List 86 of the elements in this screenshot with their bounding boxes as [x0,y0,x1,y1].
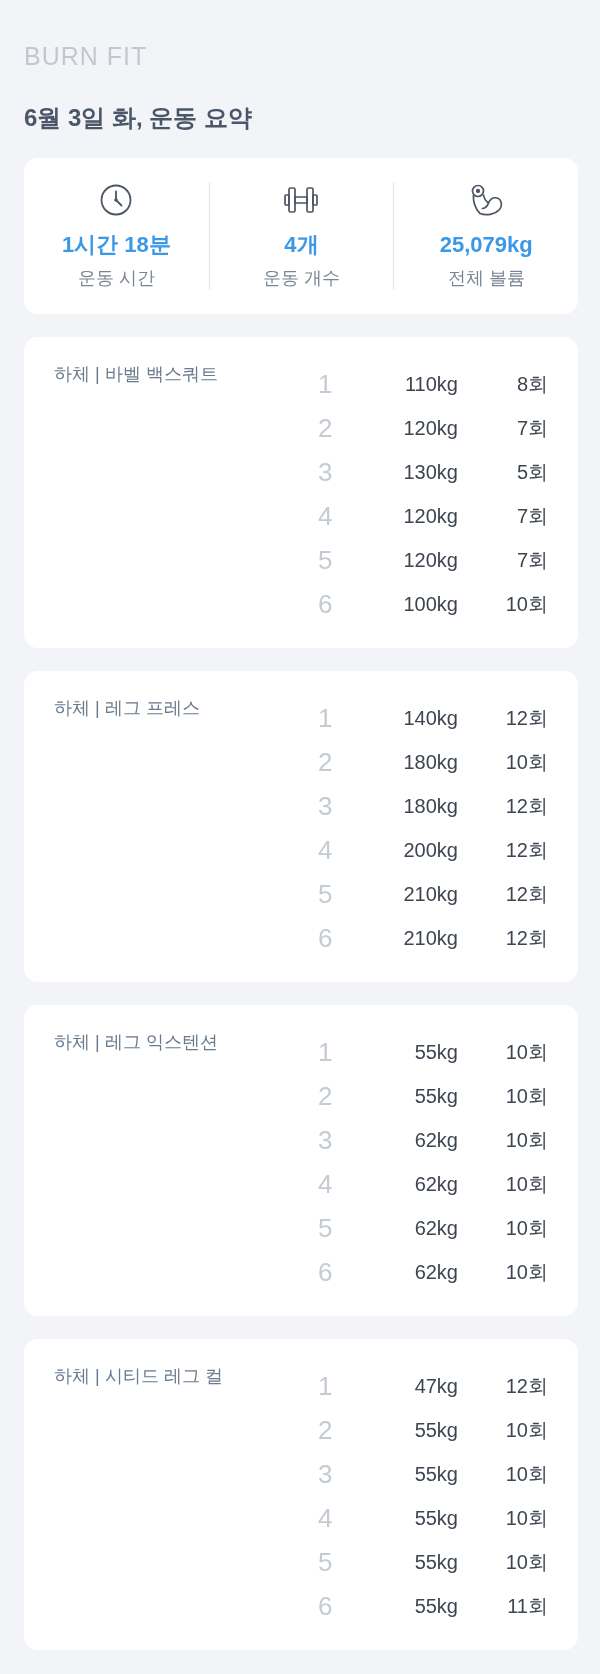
set-number: 6 [318,1257,333,1287]
set-number: 1 [318,1371,333,1401]
set-number: 5 [318,1547,333,1577]
set-reps: 12회 [505,838,548,863]
set-weight: 55kg [414,1506,458,1531]
set-weight: 110kg [405,372,458,397]
stat-label: 전체 볼륨 [447,267,525,290]
set-reps: 8회 [516,372,548,397]
set-reps: 5회 [516,460,548,485]
set-number: 5 [318,1213,333,1243]
set-number: 2 [318,413,333,443]
set-number: 5 [318,879,333,909]
set-reps: 7회 [516,504,548,529]
set-number: 3 [318,1125,333,1155]
set-reps: 12회 [505,926,548,951]
set-reps: 10회 [505,1172,548,1197]
page-title: 6월 3일 화, 운동 요약 [24,103,253,133]
exercise-name: 하체 | 레그 프레스 [54,697,200,720]
set-weight: 55kg [414,1418,458,1443]
set-weight: 55kg [414,1550,458,1575]
set-reps: 10회 [505,1216,548,1241]
set-weight: 55kg [414,1084,458,1109]
set-number: 2 [318,1415,333,1445]
exercise-name: 하체 | 시티드 레그 컬 [54,1365,223,1388]
set-weight: 62kg [414,1216,458,1241]
set-weight: 180kg [403,794,458,819]
exercise-name: 하체 | 레그 익스텐션 [54,1031,218,1054]
stat-label: 운동 개수 [263,267,340,290]
set-reps: 10회 [505,1260,548,1285]
clock-icon [100,184,133,216]
set-number: 4 [318,835,333,865]
set-reps: 10회 [505,1550,548,1575]
set-weight: 47kg [414,1374,458,1399]
set-number: 2 [318,1081,333,1111]
set-number: 3 [318,457,333,487]
set-weight: 55kg [414,1594,458,1619]
set-weight: 120kg [403,504,458,529]
set-reps: 10회 [505,1462,548,1487]
set-number: 3 [318,1459,333,1489]
set-weight: 62kg [414,1128,458,1153]
set-weight: 100kg [403,592,458,617]
set-weight: 62kg [414,1260,458,1285]
set-weight: 130kg [403,460,458,485]
stat-value: 4개 [284,232,319,258]
set-weight: 210kg [403,926,458,951]
set-weight: 62kg [414,1172,458,1197]
set-reps: 12회 [505,706,548,731]
set-number: 3 [318,791,333,821]
set-reps: 7회 [516,548,548,573]
set-number: 6 [318,1591,333,1621]
set-reps: 10회 [505,1128,548,1153]
set-reps: 10회 [505,1040,548,1065]
set-reps: 11회 [507,1594,548,1619]
set-number: 1 [318,703,333,733]
stat-label: 운동 시간 [77,267,155,290]
dumbbell-icon [284,184,319,216]
exercise-name: 하체 | 바벨 백스쿼트 [54,363,218,386]
set-number: 1 [318,1037,333,1067]
set-reps: 10회 [505,750,548,775]
set-weight: 120kg [403,548,458,573]
set-weight: 210kg [403,882,458,907]
set-number: 2 [318,747,333,777]
set-number: 5 [318,545,333,575]
set-number: 1 [318,369,333,399]
set-reps: 10회 [505,1084,548,1109]
set-weight: 55kg [414,1040,458,1065]
set-reps: 10회 [505,592,548,617]
set-number: 4 [318,1169,333,1199]
set-reps: 7회 [516,416,548,441]
set-weight: 140kg [403,706,458,731]
flexed-arm-icon [469,184,504,216]
set-reps: 12회 [505,882,548,907]
set-weight: 180kg [403,750,458,775]
set-reps: 10회 [505,1418,548,1443]
set-reps: 10회 [505,1506,548,1531]
set-weight: 200kg [403,838,458,863]
set-number: 4 [318,501,333,531]
stat-value: 1시간 18분 [61,232,171,258]
set-weight: 55kg [414,1462,458,1487]
set-reps: 12회 [505,1374,548,1399]
set-number: 4 [318,1503,333,1533]
set-number: 6 [318,923,333,953]
set-reps: 12회 [505,794,548,819]
set-weight: 120kg [403,416,458,441]
set-number: 6 [318,589,333,619]
stat-value: 25,079kg [439,232,533,258]
